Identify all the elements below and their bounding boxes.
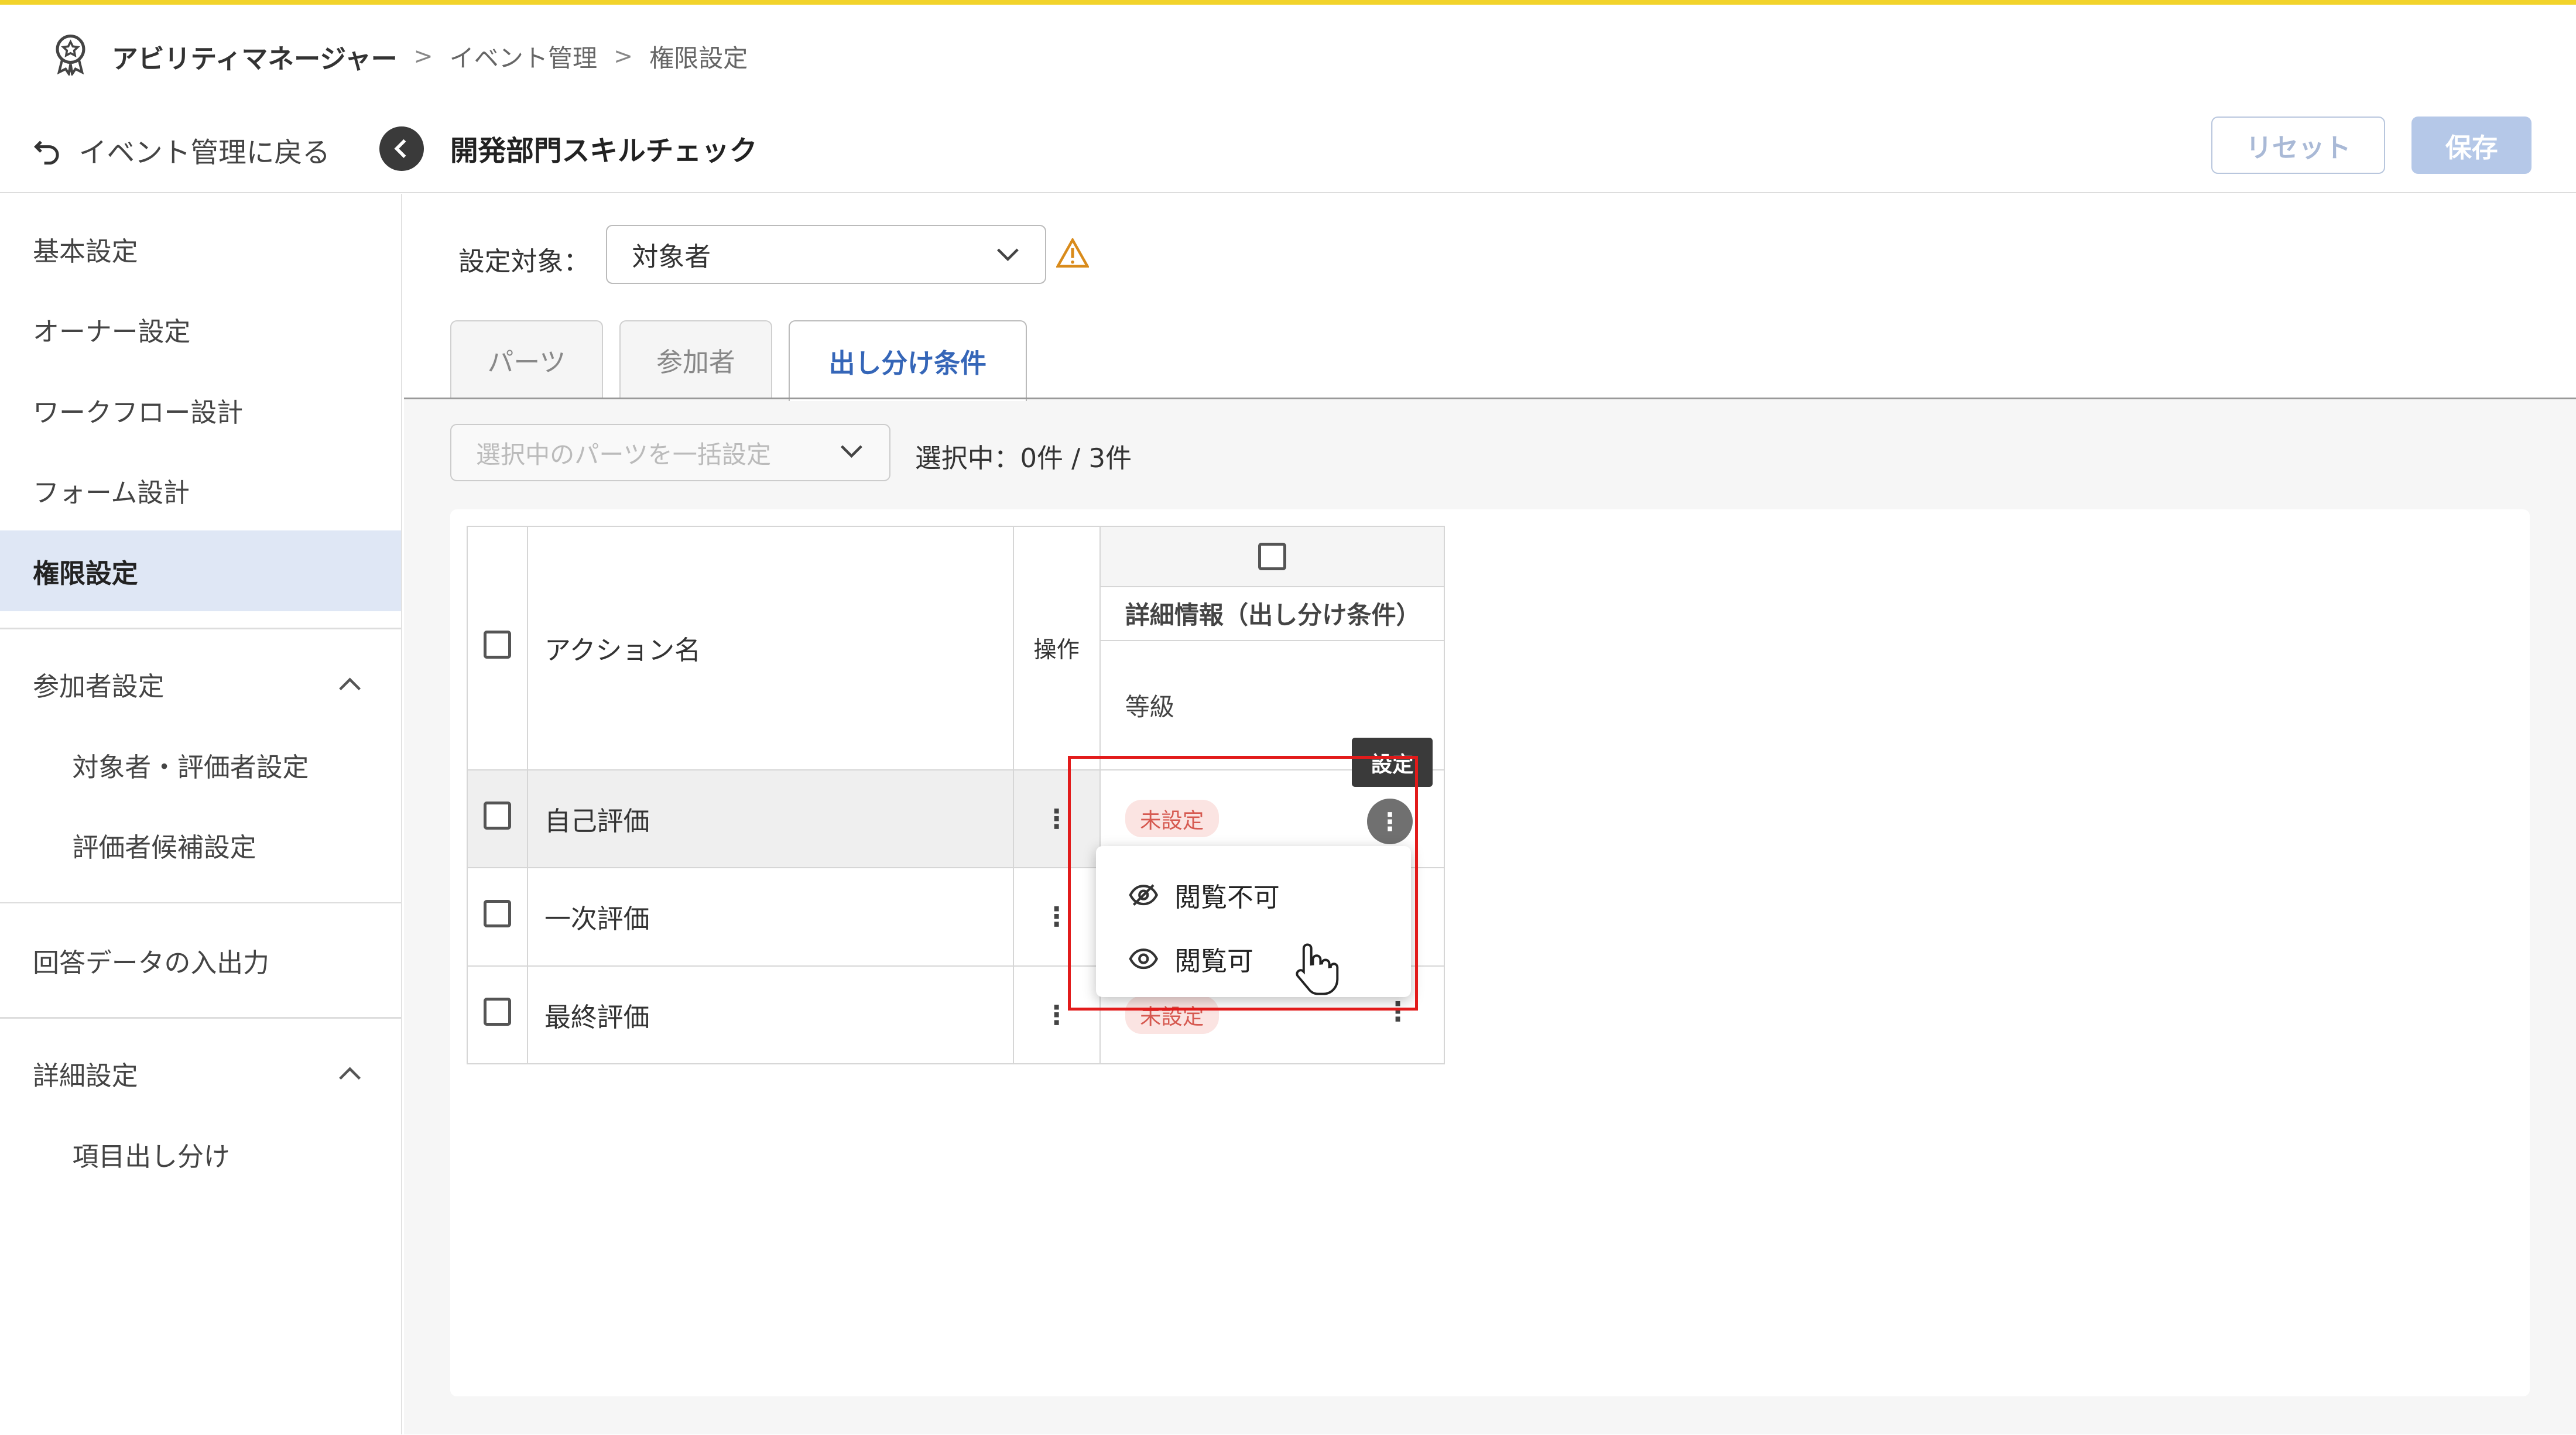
back-link[interactable]: イベント管理に戻る — [33, 130, 330, 170]
row-checkbox-cell — [466, 965, 528, 1065]
sidebar-item-split[interactable]: 項目出し分け — [0, 1114, 401, 1194]
row-checkbox[interactable] — [483, 802, 512, 830]
back-label: イベント管理に戻る — [78, 136, 330, 169]
main-content: 設定対象： 対象者 パーツ 参加者 出し分け条件 選択中のパーツを一括設定 選択… — [404, 194, 2576, 1434]
kebab-icon: ⋮ — [1043, 999, 1070, 1030]
breadcrumb: アビリティマネージャー > イベント管理 > 権限設定 — [112, 37, 748, 76]
page-title: 開発部門スキルチェック — [450, 135, 758, 167]
detail-select-all — [1100, 526, 1444, 587]
divider — [0, 1016, 401, 1019]
header-action-name: アクション名 — [526, 525, 1014, 770]
collapse-sidebar-button[interactable] — [379, 126, 424, 171]
kebab-icon: ⋮ — [1043, 901, 1070, 933]
target-label: 設定対象： — [458, 245, 590, 277]
sidebar-item-owner[interactable]: オーナー設定 — [0, 289, 401, 369]
warning-icon — [1056, 238, 1090, 268]
section-label: 詳細設定 — [33, 1060, 138, 1092]
divider — [0, 902, 401, 904]
breadcrumb-separator: > — [614, 43, 633, 70]
row-name: 自己評価 — [526, 769, 1014, 869]
sidebar-item-workflow[interactable]: ワークフロー設計 — [0, 369, 401, 450]
divider — [0, 627, 401, 629]
select-all-checkbox[interactable] — [483, 631, 512, 659]
sidebar-item-io[interactable]: 回答データの入出力 — [0, 920, 401, 1000]
undo-arrow-icon — [34, 141, 59, 165]
row-checkbox[interactable] — [483, 998, 512, 1026]
chevron-down-icon — [996, 248, 1019, 261]
sidebar-item-permission[interactable]: 権限設定 — [0, 530, 401, 611]
target-select[interactable]: 対象者 — [606, 225, 1047, 285]
sidebar: 基本設定 オーナー設定 ワークフロー設計 フォーム設計 権限設定 参加者設定 対… — [0, 194, 403, 1434]
selection-count: 選択中：0件 / 3件 — [914, 443, 1132, 474]
top-bar: アビリティマネージャー > イベント管理 > 権限設定 — [0, 0, 2576, 101]
breadcrumb-event-management[interactable]: イベント管理 — [450, 39, 597, 74]
table-header: アクション名 操作 詳細情報（出し分け条件） 等級 — [466, 525, 1445, 770]
sidebar-section-detail[interactable]: 詳細設定 — [0, 1033, 401, 1114]
header-detail-cell: 詳細情報（出し分け条件） 等級 — [1099, 525, 1445, 770]
breadcrumb-app[interactable]: アビリティマネージャー — [112, 37, 398, 76]
row-checkbox-cell — [466, 769, 528, 869]
hand-pointer-icon — [1296, 943, 1339, 995]
row-name: 一次評価 — [526, 867, 1014, 967]
main-top: 設定対象： 対象者 パーツ 参加者 出し分け条件 — [404, 194, 2576, 401]
chevron-up-icon — [339, 677, 361, 690]
bulk-setting-select[interactable]: 選択中のパーツを一括設定 — [450, 423, 890, 482]
tab-participants[interactable]: 参加者 — [619, 320, 772, 398]
header-operation: 操作 — [1012, 525, 1101, 770]
kebab-icon: ⋮ — [1043, 803, 1070, 834]
breadcrumb-current: 権限設定 — [649, 44, 748, 73]
award-logo-icon — [56, 34, 85, 76]
chevron-up-icon — [339, 1067, 361, 1080]
reset-button[interactable]: リセット — [2211, 117, 2386, 174]
target-value: 対象者 — [632, 241, 711, 273]
sidebar-item-form[interactable]: フォーム設計 — [0, 450, 401, 530]
sidebar-item-basic[interactable]: 基本設定 — [0, 208, 401, 289]
row-name: 最終評価 — [526, 965, 1014, 1065]
detail-column-checkbox[interactable] — [1258, 542, 1286, 571]
bulk-placeholder: 選択中のパーツを一括設定 — [475, 440, 772, 469]
section-label: 参加者設定 — [33, 671, 165, 703]
sidebar-item-targets[interactable]: 対象者・評価者設定 — [0, 724, 401, 804]
sub-header: イベント管理に戻る 開発部門スキルチェック リセット 保存 — [0, 100, 2576, 194]
row-checkbox[interactable] — [483, 899, 512, 928]
chevron-left-icon — [394, 139, 406, 158]
breadcrumb-separator: > — [413, 43, 433, 70]
tab-bar: パーツ 参加者 出し分け条件 — [450, 320, 1027, 401]
tab-parts[interactable]: パーツ — [450, 320, 603, 398]
table-panel: アクション名 操作 詳細情報（出し分け条件） 等級 自己評価 ⋮ 未設定 一次評… — [450, 509, 2530, 1397]
highlight-box — [1067, 755, 1418, 1011]
row-checkbox-cell — [466, 867, 528, 967]
tab-conditions[interactable]: 出し分け条件 — [788, 320, 1027, 401]
tab-underline — [404, 398, 2576, 399]
header-checkbox-cell — [466, 525, 528, 770]
save-button[interactable]: 保存 — [2411, 117, 2532, 174]
sidebar-section-participants[interactable]: 参加者設定 — [0, 644, 401, 724]
sidebar-item-candidates[interactable]: 評価者候補設定 — [0, 805, 401, 885]
header-detail: 詳細情報（出し分け条件） — [1100, 587, 1444, 641]
chevron-down-icon — [840, 445, 862, 458]
